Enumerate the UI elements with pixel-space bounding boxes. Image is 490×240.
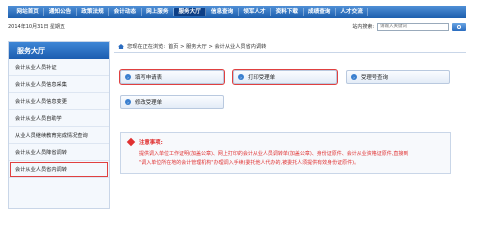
sidebar: 服务大厅 会计从业人员补证 会计从业人员信息采集 会计从业人员信息变更 会计从业… (8, 41, 110, 209)
top-navigation: 网站首页 通知公告 政策法规 会计动态 网上服务 服务大厅 信息查询 领军人才 … (8, 6, 466, 18)
arrow-right-icon: › (125, 74, 131, 80)
status-query-label: 受理号查询 (361, 75, 388, 81)
nav-policies[interactable]: 政策法规 (77, 8, 110, 16)
nav-info-query[interactable]: 信息查询 (206, 8, 239, 16)
notice-title: 注意事项: (139, 140, 163, 146)
nav-talent-exchange[interactable]: 人才交流 (336, 8, 369, 16)
print-form-button[interactable]: › 打印受理单 (232, 69, 338, 85)
notice-line-2: "调入单位所在地的会计管理机构"办理调入手续(委托他人代办的,被委托人须提供有效… (139, 159, 360, 166)
arrow-right-icon: › (125, 99, 131, 105)
sidebar-item-cross-province-transfer[interactable]: 会计从业人员降省调转 (9, 144, 109, 161)
search-icon (457, 24, 461, 29)
modify-form-label: 修改受理单 (135, 100, 162, 106)
nav-home[interactable]: 网站首页 (12, 8, 45, 16)
current-date: 2014年10月31日 星期五 (8, 24, 66, 30)
notice-box: 注意事项: 提供调入单位工作证明(加盖公章)、网上打印的会计从业人员调转单(加盖… (120, 132, 451, 174)
sidebar-item-continuing-education[interactable]: 从业人员继续教育完成情况查询 (9, 127, 109, 144)
nav-online-services[interactable]: 网上服务 (142, 8, 174, 16)
search-label: 站内搜索: (352, 24, 374, 30)
sidebar-item-info-change[interactable]: 会计从业人员信息变更 (9, 93, 109, 110)
search-input[interactable] (377, 22, 449, 31)
sidebar-item-info-collection[interactable]: 会计从业人员信息采集 (9, 76, 109, 93)
print-form-label: 打印受理单 (248, 75, 275, 81)
sidebar-item-self-study[interactable]: 会计从业人员自助学 (9, 110, 109, 127)
fill-application-label: 填写申请表 (135, 75, 162, 81)
status-query-button[interactable]: › 受理号查询 (346, 70, 450, 84)
search-button[interactable] (452, 22, 466, 31)
warning-icon (126, 137, 136, 147)
breadcrumb-path[interactable]: 首页 > 服务大厅 > 会计从业人员省内调转 (168, 43, 266, 50)
fill-application-button[interactable]: › 填写申请表 (119, 69, 225, 85)
main-content: 您现在正在浏览: 首页 > 服务大厅 > 会计从业人员省内调转 › 填写申请表 … (114, 41, 466, 209)
arrow-right-icon: › (238, 74, 244, 80)
nav-score-query[interactable]: 成绩查询 (304, 8, 336, 16)
nav-announcements[interactable]: 通知公告 (44, 8, 77, 16)
sidebar-item-reissue[interactable]: 会计从业人员补证 (9, 59, 109, 76)
sidebar-title: 服务大厅 (9, 42, 109, 59)
nav-service-hall[interactable]: 服务大厅 (173, 8, 207, 16)
modify-form-button[interactable]: › 修改受理单 (120, 95, 224, 109)
action-row-1: › 填写申请表 › 打印受理单 › 受理号查询 (119, 69, 450, 85)
breadcrumb-prefix: 您现在正在浏览: (127, 44, 166, 50)
nav-leading-talents[interactable]: 领军人才 (239, 8, 272, 16)
nav-downloads[interactable]: 资料下载 (271, 8, 304, 16)
notice-line-1: 提供调入单位工作证明(加盖公章)、网上打印的会计从业人员调转单(加盖公章)、身份… (139, 151, 409, 157)
info-bar: 2014年10月31日 星期五 站内搜索: (8, 22, 466, 31)
breadcrumb: 您现在正在浏览: 首页 > 服务大厅 > 会计从业人员省内调转 (114, 41, 466, 53)
nav-accounting-news[interactable]: 会计动态 (109, 8, 142, 16)
site-search: 站内搜索: (352, 22, 466, 31)
action-row-2: › 修改受理单 (120, 95, 224, 109)
arrow-right-icon: › (351, 74, 357, 80)
home-icon (118, 44, 124, 49)
sidebar-item-in-province-transfer[interactable]: 会计从业人员省内调转 (9, 161, 109, 178)
